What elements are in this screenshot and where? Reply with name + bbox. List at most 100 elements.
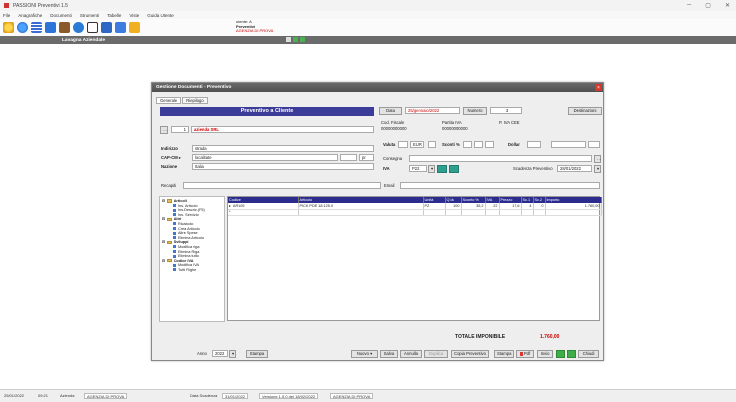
anno-label: Anno xyxy=(197,351,207,356)
nazione-label: Nazione xyxy=(161,164,178,169)
chiudi-button[interactable]: Chiudi xyxy=(578,350,599,358)
status-versione: Versione 1.5.0 del 18/02/2022 xyxy=(259,392,319,399)
iva-confirm-button[interactable] xyxy=(449,165,459,173)
prev-arrow-icon[interactable] xyxy=(556,350,565,358)
maximize-icon[interactable]: ▢ xyxy=(705,2,711,9)
close-icon[interactable]: ✕ xyxy=(725,2,730,9)
anno-field[interactable]: 2022 xyxy=(212,350,228,357)
globe-icon[interactable] xyxy=(17,22,28,33)
destinazioni-button[interactable]: Destinazioni xyxy=(568,107,602,115)
tab-riepilogo[interactable]: Riepilogo xyxy=(182,97,208,104)
client-name-field[interactable]: azienda SRL xyxy=(191,126,374,133)
consegna-lookup-button[interactable]: … xyxy=(594,155,601,163)
dollar-2-field[interactable] xyxy=(551,141,586,148)
tree-label: Elimina tutto xyxy=(178,254,199,259)
tree-label: Ins.Descriz.(F5) xyxy=(178,208,205,213)
anno-dropdown[interactable]: ▾ xyxy=(229,350,236,358)
tree-label: Articoli xyxy=(173,199,187,203)
annulla-button[interactable]: Annulla xyxy=(400,350,422,358)
tab-generale[interactable]: Generale xyxy=(156,97,182,104)
totale-imponibile-label: TOTALE IMPONIBILE xyxy=(455,334,506,340)
tree-label: Altre Spese xyxy=(178,231,198,236)
menu-anagrafiche[interactable]: Anagrafiche xyxy=(18,13,42,18)
iva-field[interactable]: P22 xyxy=(409,165,427,172)
indirizzo-label: Indirizzo xyxy=(161,146,178,151)
list-icon[interactable] xyxy=(31,22,42,33)
export-icon[interactable] xyxy=(129,22,140,33)
action-icon xyxy=(173,208,176,212)
email-label: Email xyxy=(384,183,395,188)
people-icon[interactable] xyxy=(59,22,70,33)
phone-icon[interactable] xyxy=(73,22,84,33)
action-icon xyxy=(173,204,176,208)
minimize-icon[interactable]: ─ xyxy=(687,2,691,9)
mail-icon[interactable] xyxy=(300,37,305,42)
pdf-button-label: Pdf xyxy=(523,351,531,356)
dollar-1-field[interactable] xyxy=(527,141,541,148)
data-button[interactable]: Data xyxy=(379,107,402,115)
cap-label: CAP-CM ▸ xyxy=(161,155,182,160)
valuta-code[interactable] xyxy=(398,141,408,148)
menu-file[interactable]: File xyxy=(3,13,10,18)
checklist-icon[interactable] xyxy=(87,22,98,33)
collapse-icon[interactable]: ⊟ xyxy=(162,240,165,244)
menu-tabelle[interactable]: Tabelle xyxy=(107,13,121,18)
document-header: Preventivo a Cliente xyxy=(160,107,374,116)
menu-documenti[interactable]: Documenti xyxy=(50,13,72,18)
valuta-field[interactable]: EUR xyxy=(410,141,424,148)
iva-apply-button[interactable] xyxy=(437,165,447,173)
date-field[interactable]: 25/gennaio/2022 xyxy=(405,107,460,114)
email-field[interactable] xyxy=(400,182,600,189)
new-row-marker: * xyxy=(228,209,299,216)
menu-guida[interactable]: Guida Utente xyxy=(147,13,174,18)
action-icon xyxy=(173,236,176,240)
table-row-new[interactable]: * xyxy=(228,209,602,216)
cap-field[interactable] xyxy=(340,154,357,161)
menu-strumenti[interactable]: Strumenti xyxy=(80,13,99,18)
collapse-icon[interactable]: ⊟ xyxy=(162,259,165,263)
pdf-icon[interactable] xyxy=(293,37,298,42)
sconto-3-field[interactable] xyxy=(485,141,494,148)
nuovo-button[interactable]: Nuovo ▾ xyxy=(351,350,378,358)
indirizzo-field[interactable]: strada xyxy=(192,145,374,152)
collapse-icon[interactable]: ⊟ xyxy=(162,217,165,221)
salva-button[interactable]: Salva xyxy=(380,350,398,358)
pdf-icon xyxy=(519,351,523,356)
bulb-icon[interactable] xyxy=(3,22,14,33)
dialog-close-button[interactable]: × xyxy=(595,84,602,91)
section-bar: Lavagna Aziendale xyxy=(0,36,736,44)
recapiti-field[interactable] xyxy=(183,182,381,189)
document-p-icon[interactable] xyxy=(45,22,56,33)
scadenza-calendar-button[interactable]: ▾ xyxy=(594,165,601,173)
menu-bar: File Anagrafiche Documenti Strumenti Tab… xyxy=(0,11,736,19)
consegna-field[interactable] xyxy=(409,155,592,162)
next-arrow-icon[interactable] xyxy=(567,350,576,358)
iva-dropdown[interactable]: ▾ xyxy=(428,165,435,173)
copia-preventivo-button[interactable]: Copia Preventivo xyxy=(451,350,489,358)
nazione-field[interactable]: Italia xyxy=(192,163,374,170)
stampa-button[interactable]: Stampa xyxy=(494,350,514,358)
collapse-icon[interactable]: ⊟ xyxy=(162,199,165,203)
print-icon[interactable] xyxy=(286,37,291,42)
numero-button[interactable]: Numero xyxy=(463,107,487,115)
tree-item[interactable]: Tutti Righe xyxy=(162,268,222,273)
menu-viste[interactable]: Viste xyxy=(129,13,139,18)
stampa-anno-button[interactable]: Stampa xyxy=(246,350,268,358)
sconto-1-field[interactable] xyxy=(463,141,472,148)
row-pointer-icon: ▸ xyxy=(229,204,231,209)
window-icon[interactable] xyxy=(101,22,112,33)
tree-label: Elimina Riga xyxy=(178,249,200,254)
client-lookup-button[interactable]: … xyxy=(160,126,168,134)
numero-field[interactable]: 3 xyxy=(490,107,522,114)
pdf-button[interactable]: Pdf xyxy=(516,350,534,358)
provincia-field[interactable]: pr xyxy=(359,154,374,161)
invio-button[interactable]: Invio xyxy=(537,350,553,358)
grid-icon[interactable] xyxy=(115,22,126,33)
dollar-3-field[interactable] xyxy=(588,141,600,148)
localita-field[interactable]: localitate xyxy=(192,154,338,161)
sconto-2-field[interactable] xyxy=(474,141,483,148)
scadenza-field[interactable]: 28/01/2022 xyxy=(557,165,592,172)
client-code-field[interactable]: 1 xyxy=(171,126,189,133)
valuta-extra[interactable] xyxy=(428,141,436,148)
duplica-button[interactable]: Duplica xyxy=(424,350,448,358)
